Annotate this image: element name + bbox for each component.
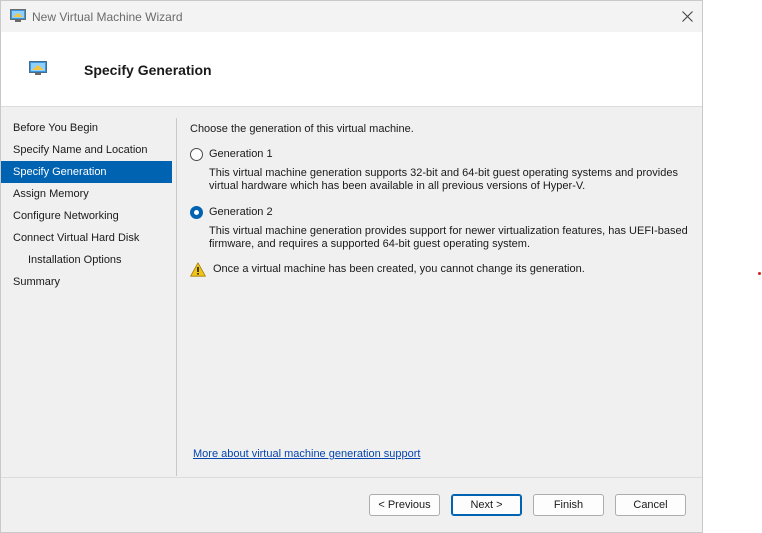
generation-2-description: This virtual machine generation provides… — [209, 225, 688, 250]
generation-1-description: This virtual machine generation supports… — [209, 167, 678, 192]
nav-item-before-you-begin[interactable]: Before You Begin — [1, 117, 172, 139]
title-bar: New Virtual Machine Wizard — [1, 1, 702, 32]
nav-item-specify-name-and-location[interactable]: Specify Name and Location — [1, 139, 172, 161]
generation-1-label[interactable]: Generation 1 — [209, 148, 273, 160]
nav-item-connect-virtual-hard-disk[interactable]: Connect Virtual Hard Disk — [1, 227, 172, 249]
intro-text: Choose the generation of this virtual ma… — [190, 123, 414, 135]
generation-2-label[interactable]: Generation 2 — [209, 206, 273, 218]
close-icon — [681, 11, 693, 22]
generation-1-radio[interactable] — [190, 148, 203, 161]
generation-support-link[interactable]: More about virtual machine generation su… — [193, 448, 420, 460]
generation-2-radio[interactable] — [190, 206, 203, 219]
marker-dot — [758, 272, 761, 275]
warning-icon — [190, 262, 206, 277]
generation-content: Choose the generation of this virtual ma… — [190, 123, 690, 277]
window-title: New Virtual Machine Wizard — [32, 10, 183, 24]
close-button[interactable] — [672, 1, 702, 32]
virtual-machine-icon — [29, 61, 47, 75]
finish-button[interactable]: Finish — [533, 494, 604, 516]
hyper-v-app-icon — [10, 9, 26, 22]
warning-text: Once a virtual machine has been created,… — [213, 263, 585, 275]
nav-item-summary[interactable]: Summary — [1, 271, 172, 293]
previous-button[interactable]: < Previous — [369, 494, 440, 516]
nav-item-installation-options[interactable]: Installation Options — [1, 249, 172, 271]
nav-item-specify-generation[interactable]: Specify Generation — [1, 161, 172, 183]
cancel-button[interactable]: Cancel — [615, 494, 686, 516]
nav-item-configure-networking[interactable]: Configure Networking — [1, 205, 172, 227]
page-title: Specify Generation — [84, 62, 212, 78]
next-button[interactable]: Next > — [451, 494, 522, 516]
wizard-header: Specify Generation — [1, 32, 702, 107]
nav-divider — [176, 118, 177, 476]
nav-item-assign-memory[interactable]: Assign Memory — [1, 183, 172, 205]
wizard-steps-nav: Before You Begin Specify Name and Locati… — [1, 117, 172, 293]
wizard-window: New Virtual Machine Wizard Specify Gener… — [0, 0, 703, 533]
footer-divider — [1, 477, 702, 478]
